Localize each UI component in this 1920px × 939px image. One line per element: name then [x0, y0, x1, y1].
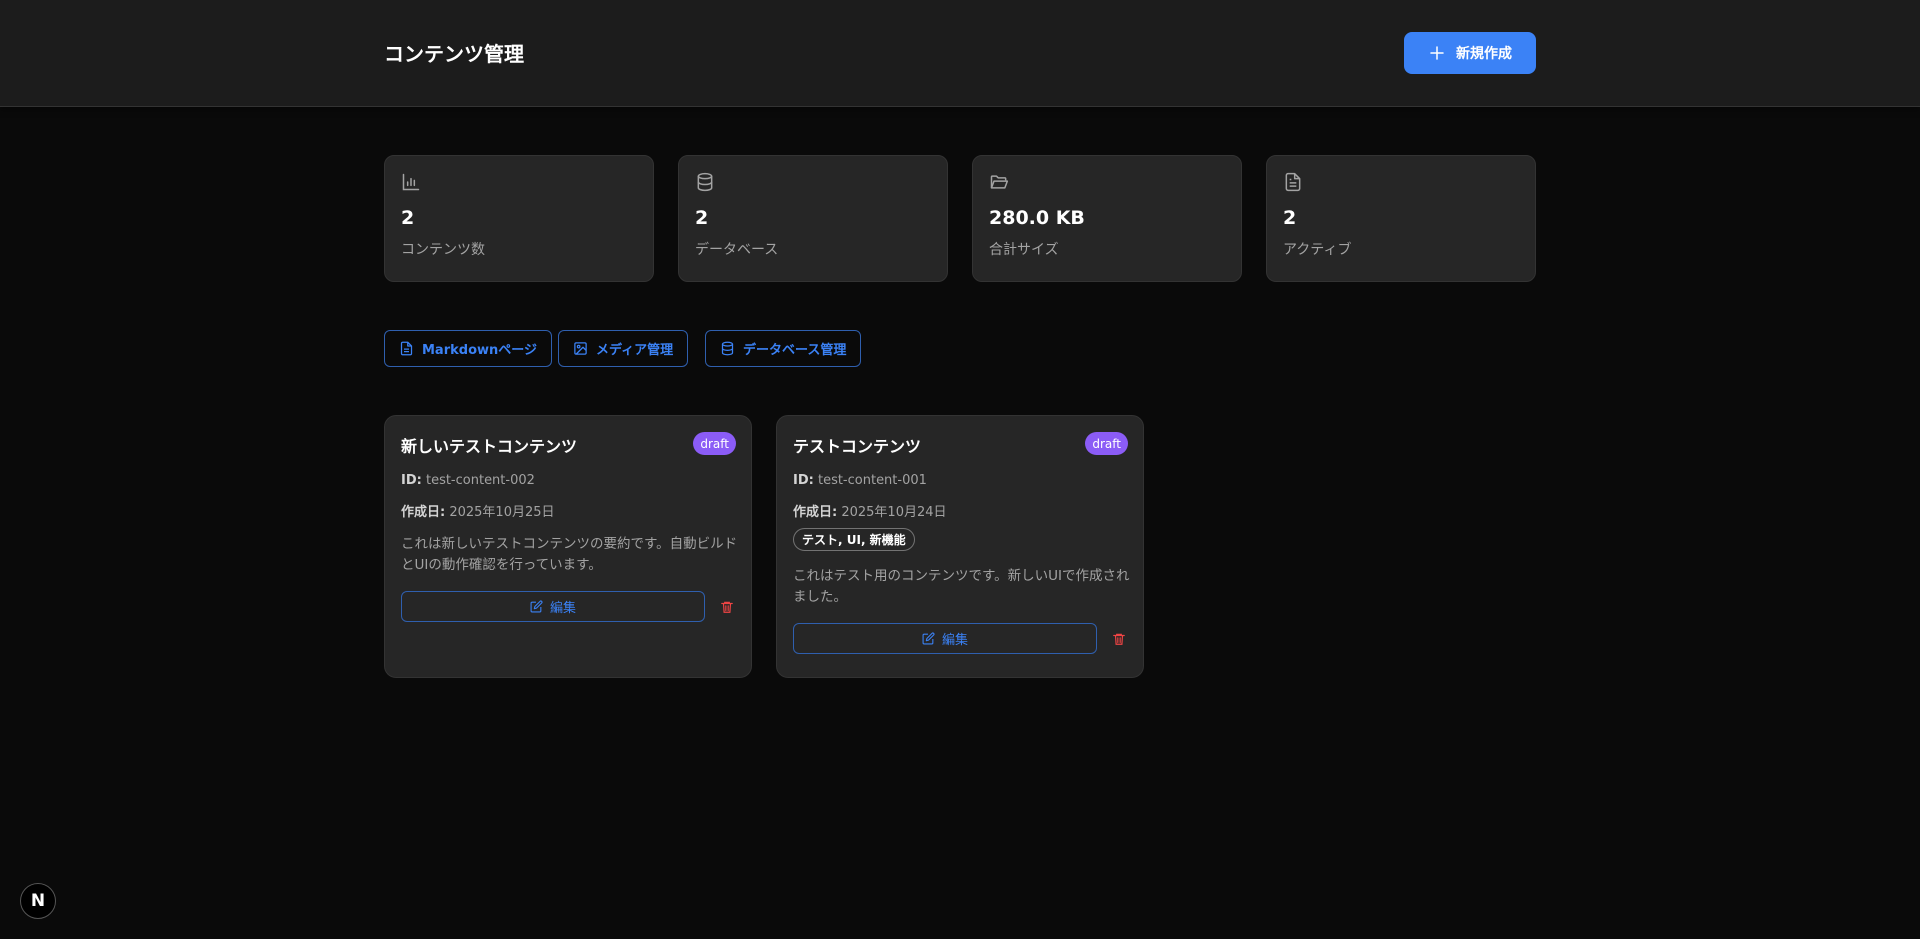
created-date: 2025年10月25日: [449, 505, 555, 520]
created-label: 作成日:: [793, 505, 838, 520]
created-date-row: 作成日: 2025年10月25日: [401, 501, 555, 520]
stat-card-content-count: 2 コンテンツ数: [384, 155, 654, 282]
created-label: 作成日:: [401, 505, 446, 520]
edit-button[interactable]: 編集: [793, 623, 1097, 654]
stat-label: データベース: [695, 242, 779, 258]
stat-value: 280.0 KB: [989, 207, 1085, 229]
delete-button[interactable]: [717, 597, 737, 617]
database-management-button[interactable]: データベース管理: [705, 330, 862, 367]
stat-card-active: 2 アクティブ: [1266, 155, 1536, 282]
content-id: test-content-002: [425, 473, 535, 488]
new-content-button-label: 新規作成: [1456, 46, 1512, 62]
trash-icon: [721, 601, 733, 613]
created-date-row: 作成日: 2025年10月24日: [793, 501, 947, 520]
edit-icon: [530, 600, 543, 613]
plus-icon: [1430, 46, 1444, 60]
tags-pill: テスト, UI, 新機能: [793, 528, 915, 551]
id-label: ID:: [793, 473, 814, 488]
folder-open-icon: [989, 172, 1009, 192]
new-content-button[interactable]: 新規作成: [1404, 32, 1536, 74]
file-text-icon: [1283, 172, 1303, 192]
stat-card-total-size: 280.0 KB 合計サイズ: [972, 155, 1242, 282]
database-icon: [721, 341, 734, 356]
file-text-icon: [400, 341, 413, 356]
card-title: 新しいテストコンテンツ: [401, 437, 578, 456]
delete-button[interactable]: [1109, 629, 1129, 649]
image-icon: [574, 342, 587, 355]
media-management-button[interactable]: メディア管理: [558, 330, 689, 367]
edit-button[interactable]: 編集: [401, 591, 705, 622]
content-id: test-content-001: [817, 473, 927, 488]
content-id-row: ID: test-content-002: [401, 473, 535, 488]
page-title: コンテンツ管理: [384, 42, 524, 66]
content-id-row: ID: test-content-001: [793, 473, 927, 488]
content-card: 新しいテストコンテンツ draft ID: test-content-002 作…: [384, 415, 752, 678]
stat-value: 2: [1283, 207, 1297, 229]
created-date: 2025年10月24日: [841, 505, 947, 520]
stat-label: アクティブ: [1283, 242, 1352, 258]
markdown-pages-label: Markdownページ: [422, 343, 538, 358]
edit-icon: [922, 632, 935, 645]
card-summary: これはテスト用のコンテンツです。新しいUIで作成されました。: [793, 568, 1130, 605]
media-management-label: メディア管理: [596, 343, 674, 358]
card-summary: これは新しいテストコンテンツの要約です。自動ビルドとUIの動作確認を行っています…: [401, 536, 738, 573]
stat-label: コンテンツ数: [401, 242, 485, 258]
content-card: テストコンテンツ draft ID: test-content-001 作成日:…: [776, 415, 1144, 678]
markdown-pages-button[interactable]: Markdownページ: [384, 330, 553, 367]
stat-value: 2: [695, 207, 709, 229]
stat-label: 合計サイズ: [989, 242, 1059, 258]
database-icon: [695, 172, 715, 192]
stat-card-database: 2 データベース: [678, 155, 948, 282]
id-label: ID:: [401, 473, 422, 488]
status-badge: draft: [1085, 432, 1128, 455]
trash-icon: [1113, 633, 1125, 645]
bar-chart-icon: [401, 172, 421, 192]
edit-button-label: 編集: [549, 601, 576, 616]
dev-tools-badge[interactable]: N: [20, 883, 56, 919]
status-badge: draft: [693, 432, 736, 455]
stat-value: 2: [401, 207, 415, 229]
edit-button-label: 編集: [941, 633, 968, 648]
header-bar: コンテンツ管理 新規作成: [0, 0, 1920, 107]
card-title: テストコンテンツ: [793, 437, 922, 456]
database-management-label: データベース管理: [743, 343, 847, 358]
